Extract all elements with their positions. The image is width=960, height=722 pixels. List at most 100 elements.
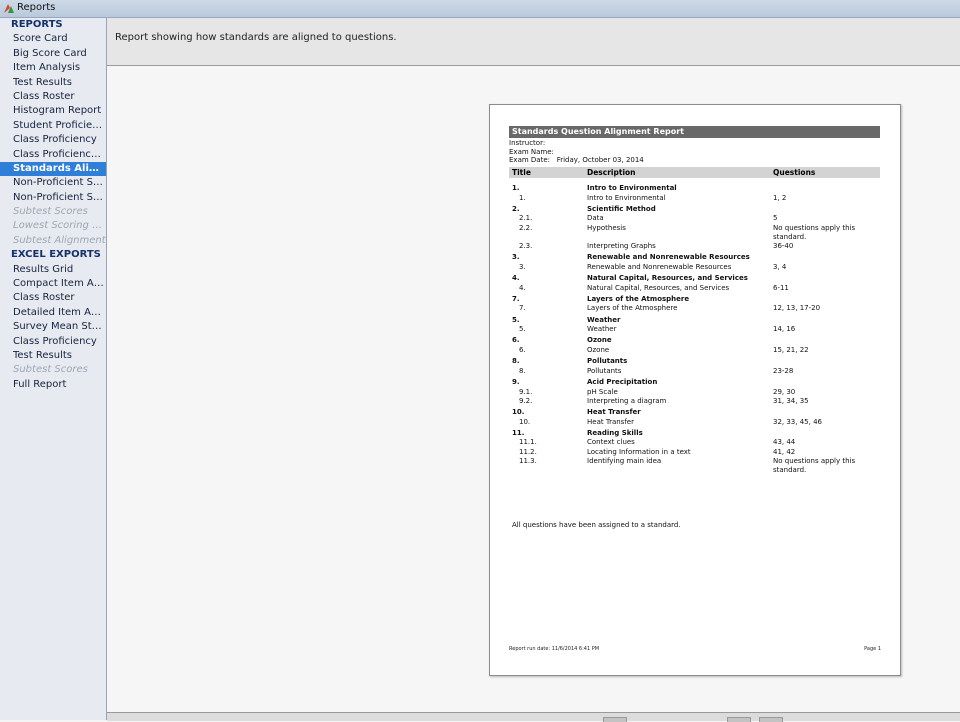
substandard-row: 11.1. Context clues 43, 44 <box>509 438 880 447</box>
standard-name: Acid Precipitation <box>587 377 658 386</box>
title-bar: Reports <box>0 0 960 18</box>
standards-table: 1. Intro to Environmental 1. Intro to Envir… <box>509 184 880 475</box>
standard-row: 5. Weather <box>509 316 880 326</box>
standard-row: 3. Renewable and Nonrenewable Resources <box>509 253 880 263</box>
substandard-number: 1. <box>519 193 526 202</box>
sidebar-item-standards-alignm[interactable]: Standards Alignm... <box>0 161 106 177</box>
standard-name: Scientific Method <box>587 204 656 213</box>
sidebar-item-non-proficient-stud[interactable]: Non-Proficient Stud... <box>0 191 106 205</box>
sidebar-item-student-proficiency[interactable]: Student Proficiency <box>0 119 106 133</box>
substandard-row: 7. Layers of the Atmosphere 12, 13, 17-20 <box>509 304 880 313</box>
sidebar-item-big-score-card[interactable]: Big Score Card <box>0 47 106 61</box>
substandard-description: Ozone <box>587 345 610 354</box>
standard-number: 8. <box>512 357 520 366</box>
sidebar-item-test-results[interactable]: Test Results <box>0 76 106 90</box>
standard-name: Natural Capital, Resources, and Services <box>587 274 748 282</box>
standard-name: Heat Transfer <box>587 407 641 416</box>
substandard-number: 9.1. <box>519 387 533 396</box>
substandard-questions: 5 <box>773 214 778 223</box>
substandard-row: 11.3. Identifying main idea No questions a… <box>509 457 880 475</box>
sidebar-item-item-analysis[interactable]: Item Analysis <box>0 61 106 75</box>
exam-date-label: Exam Date: <box>509 156 550 164</box>
substandard-number: 2.2. <box>519 223 533 232</box>
substandard-description: Intro to Environmental <box>587 193 666 202</box>
substandard-description: Layers of the Atmosphere <box>587 304 678 313</box>
substandard-questions: 3, 4 <box>773 262 787 271</box>
substandard-number: 11.2. <box>519 447 537 456</box>
sidebar-item-test-results[interactable]: Test Results <box>0 349 106 363</box>
standard-name: Pollutants <box>587 357 628 366</box>
substandard-row: 4. Natural Capital, Resources, and Servic… <box>509 284 880 293</box>
substandard-questions: 29, 30 <box>773 387 796 396</box>
substandard-description: Locating Information in a text <box>587 447 691 456</box>
substandard-questions: 14, 16 <box>773 325 796 334</box>
substandard-description: Interpreting a diagram <box>587 396 667 405</box>
substandard-description: Weather <box>587 325 617 334</box>
substandard-row: 8. Pollutants 23-28 <box>509 367 880 376</box>
substandard-description: Renewable and Nonrenewable Resources <box>587 262 732 271</box>
standard-row: 6. Ozone <box>509 336 880 346</box>
sidebar-item-class-roster[interactable]: Class Roster <box>0 291 106 305</box>
substandard-description: Pollutants <box>587 366 622 375</box>
standard-row: 2. Scientific Method <box>509 205 880 215</box>
substandard-questions: 15, 21, 22 <box>773 345 809 354</box>
standard-number: 1. <box>512 184 520 192</box>
substandard-description: Context clues <box>587 438 635 447</box>
page-number: Page 1 <box>864 646 881 652</box>
sidebar-item-histogram-report[interactable]: Histogram Report <box>0 104 106 118</box>
standard-row: 10. Heat Transfer <box>509 408 880 418</box>
report-header: Report showing how standards are aligned… <box>107 18 960 66</box>
app-icon <box>4 4 14 13</box>
standard-row: 8. Pollutants <box>509 357 880 367</box>
substandard-number: 4. <box>519 283 526 292</box>
sidebar-item-class-proficiency[interactable]: Class Proficiency <box>0 335 106 349</box>
substandard-questions: 1, 2 <box>773 193 787 202</box>
sidebar-item-class-proficiency[interactable]: Class Proficiency <box>0 133 106 147</box>
substandard-questions: 6-11 <box>773 283 789 292</box>
sidebar-item-results-grid[interactable]: Results Grid <box>0 263 106 277</box>
substandard-questions: 31, 34, 35 <box>773 396 809 405</box>
table-header: Title Description Questions <box>509 167 880 178</box>
sidebar-item-full-report[interactable]: Full Report <box>0 378 106 392</box>
exam-date-row: Exam Date: Friday, October 03, 2014 <box>509 156 644 164</box>
substandard-questions: 12, 13, 17-20 <box>773 304 821 313</box>
instructor-label: Instructor: <box>509 139 546 147</box>
run-date-value: 11/6/2014 6:41 PM <box>551 646 600 652</box>
substandard-description: Heat Transfer <box>587 417 634 426</box>
standard-name: Intro to Environmental <box>587 184 677 192</box>
substandard-row: 9.1. pH Scale 29, 30 <box>509 388 880 397</box>
sidebar-item-class-proficiency-ite[interactable]: Class Proficiency Ite... <box>0 148 106 162</box>
sidebar-item-detailed-item-analy[interactable]: Detailed Item Analy... <box>0 306 106 320</box>
sidebar-section-reports: REPORTS <box>11 19 63 30</box>
substandard-number: 7. <box>519 304 526 313</box>
sidebar-item-non-proficient-stud[interactable]: Non-Proficient Stud... <box>0 176 106 190</box>
run-date-label: Report run date: <box>509 646 551 652</box>
substandard-number: 9.2. <box>519 396 533 405</box>
column-title: Title <box>512 168 531 177</box>
standard-name: Renewable and Nonrenewable Resources <box>587 253 750 262</box>
sidebar-item-score-card[interactable]: Score Card <box>0 32 106 46</box>
sidebar-item-lowest-scoring-stud: Lowest Scoring Stud... <box>13 220 106 232</box>
sidebar-item-subtest-scores: Subtest Scores <box>13 206 88 218</box>
standard-number: 4. <box>512 274 520 282</box>
standard-number: 7. <box>512 294 520 303</box>
substandard-number: 2.1. <box>519 214 533 223</box>
standard-number: 6. <box>512 336 520 345</box>
standard-row: 7. Layers of the Atmosphere <box>509 295 880 305</box>
standard-number: 2. <box>512 204 520 213</box>
standard-number: 10. <box>512 407 525 416</box>
substandard-row: 10. Heat Transfer 32, 33, 45, 46 <box>509 418 880 427</box>
sidebar-item-class-roster[interactable]: Class Roster <box>0 90 106 104</box>
standard-number: 5. <box>512 315 520 324</box>
substandard-row: 2.3. Interpreting Graphs 36-40 <box>509 242 880 251</box>
report-title: Standards Question Alignment Report <box>509 126 880 138</box>
sidebar-section-excel-exports: EXCEL EXPORTS <box>11 249 101 261</box>
sidebar-item-compact-item-anal[interactable]: Compact Item Anal... <box>0 277 106 291</box>
substandard-questions: No questions apply this standard. <box>773 223 856 241</box>
sidebar-item-survey-mean-statistic[interactable]: Survey Mean Statistic <box>0 320 106 334</box>
sidebar-item-subtest-alignment: Subtest Alignment <box>13 234 106 246</box>
substandard-number: 11.3. <box>519 456 537 465</box>
substandard-row: 2.2. Hypothesis No questions apply this st… <box>509 224 880 242</box>
standard-name: Layers of the Atmosphere <box>587 294 690 303</box>
standard-name: Ozone <box>587 336 612 345</box>
